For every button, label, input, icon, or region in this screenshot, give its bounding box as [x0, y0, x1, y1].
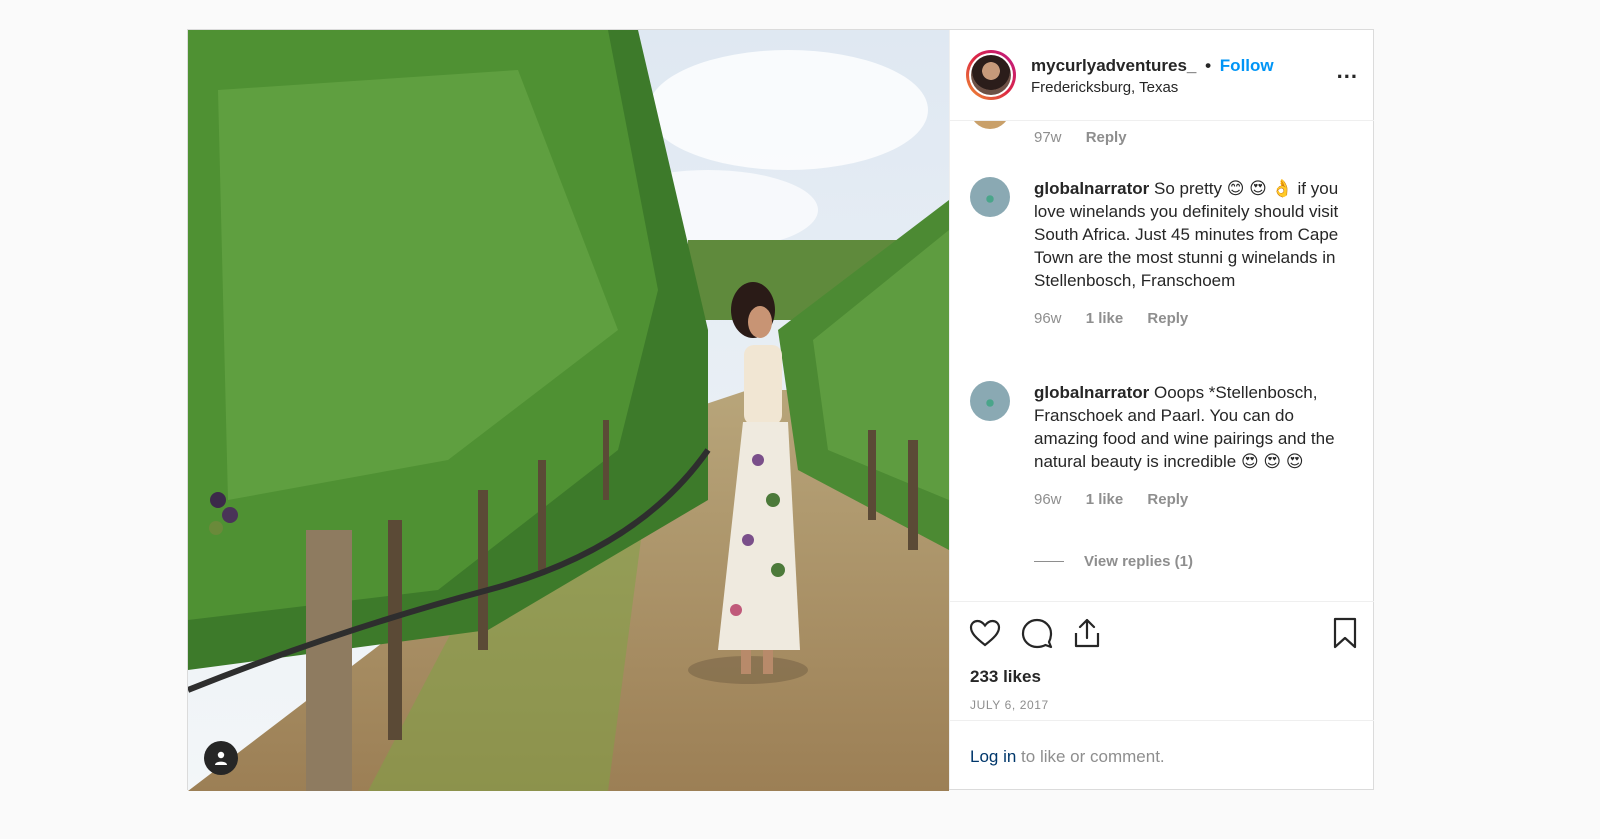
- commenter-avatar[interactable]: [970, 177, 1010, 217]
- more-options-icon[interactable]: ...: [1337, 60, 1358, 82]
- comment-likes[interactable]: 1 like: [1086, 310, 1124, 327]
- user-icon: [213, 750, 229, 766]
- comment-time[interactable]: 97w: [1034, 129, 1062, 146]
- previous-comment-meta: 97w Reply: [1034, 129, 1147, 146]
- post-date[interactable]: JULY 6, 2017: [970, 698, 1049, 712]
- comment-time[interactable]: 96w: [1034, 491, 1062, 508]
- comment-item: globalnarrator Ooops *Stellenbosch, Fran…: [970, 381, 1354, 508]
- likes-count[interactable]: 233 likes: [970, 667, 1041, 687]
- login-link[interactable]: Log in: [970, 747, 1016, 766]
- commenter-avatar[interactable]: [970, 381, 1010, 421]
- comment-item: globalnarrator So pretty 😊 😍 👌 if you lo…: [970, 177, 1354, 327]
- bookmark-icon[interactable]: [1328, 616, 1362, 650]
- previous-comment-avatar[interactable]: [970, 121, 1010, 129]
- author-username[interactable]: mycurlyadventures_: [1031, 56, 1196, 75]
- reply-button[interactable]: Reply: [1147, 491, 1188, 508]
- comments-list[interactable]: 97w Reply globalnarrator So pretty 😊 😍 👌…: [950, 121, 1374, 602]
- instagram-post: mycurlyadventures_ • Follow Fredericksbu…: [187, 29, 1374, 791]
- post-header: mycurlyadventures_ • Follow Fredericksbu…: [950, 30, 1374, 121]
- location-link[interactable]: Fredericksburg, Texas: [1031, 79, 1274, 96]
- heart-icon[interactable]: [968, 616, 1002, 650]
- reply-button[interactable]: Reply: [1147, 310, 1188, 327]
- action-bar: [950, 602, 1374, 662]
- post-photo[interactable]: [188, 30, 949, 791]
- replies-line: [1034, 561, 1064, 562]
- user-tag-button[interactable]: [204, 741, 238, 775]
- share-icon[interactable]: [1070, 616, 1104, 650]
- commenter-username[interactable]: globalnarrator: [1034, 383, 1149, 402]
- separator-dot: •: [1205, 56, 1212, 75]
- view-replies-button[interactable]: View replies (1): [1034, 553, 1193, 570]
- comment-time[interactable]: 96w: [1034, 310, 1062, 327]
- commenter-username[interactable]: globalnarrator: [1034, 179, 1149, 198]
- post-sidebar: mycurlyadventures_ • Follow Fredericksbu…: [949, 30, 1374, 789]
- author-avatar[interactable]: [966, 50, 1016, 100]
- follow-button[interactable]: Follow: [1220, 56, 1274, 75]
- vineyard-photo: [188, 30, 949, 791]
- view-replies-label: View replies (1): [1084, 553, 1193, 570]
- login-prompt: Log in to like or comment.: [950, 720, 1374, 790]
- login-prompt-text: to like or comment.: [1016, 747, 1165, 766]
- comment-bubble-icon[interactable]: [1020, 616, 1054, 650]
- reply-button[interactable]: Reply: [1086, 129, 1127, 146]
- comment-likes[interactable]: 1 like: [1086, 491, 1124, 508]
